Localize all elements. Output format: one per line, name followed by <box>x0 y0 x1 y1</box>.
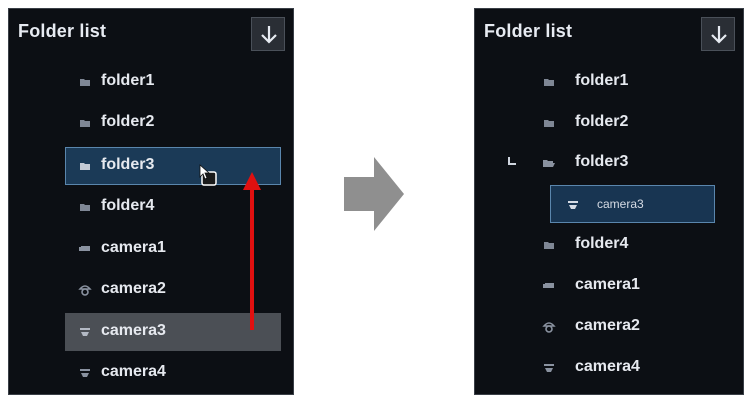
folder-icon <box>544 242 554 249</box>
red-up-arrow-icon <box>243 172 261 330</box>
ceiling-camera-icon <box>544 364 554 372</box>
download-button[interactable] <box>251 17 285 51</box>
tree-item-label: folder3 <box>575 153 629 170</box>
tree-item-label: camera4 <box>101 363 166 380</box>
collapse-toggle-icon[interactable] <box>508 157 516 165</box>
tree-item-folder3[interactable]: folder3 <box>499 144 731 182</box>
tree-item-folder4[interactable]: folder4 <box>531 226 731 264</box>
tree-item-label: folder1 <box>101 72 155 89</box>
tree-item-folder2[interactable]: folder2 <box>65 104 281 142</box>
tree-item-label: folder2 <box>575 113 629 130</box>
tree-item-label: camera3 <box>101 322 166 339</box>
folder-icon <box>80 163 90 170</box>
ceiling-camera-icon <box>568 201 578 209</box>
box-camera-icon <box>79 246 90 251</box>
ceiling-camera-icon <box>80 369 90 377</box>
folder-icon <box>80 120 90 127</box>
folder-icon <box>80 204 90 211</box>
tree-item-label: folder4 <box>575 235 629 252</box>
tree-item-folder2[interactable]: folder2 <box>531 104 731 142</box>
tree-item-label: camera3 <box>597 197 644 211</box>
box-camera-icon <box>543 283 554 288</box>
tree-item-camera2[interactable]: camera2 <box>531 308 731 346</box>
folder-icon <box>544 79 554 86</box>
open-folder-icon <box>543 160 555 167</box>
panel-header: Folder list <box>9 9 293 61</box>
folder-icon <box>80 79 90 86</box>
drag-cursor-icon <box>199 164 217 186</box>
arrow-down-icon <box>711 26 727 44</box>
tree-item-label: camera1 <box>101 239 166 256</box>
right-arrow-icon <box>344 157 404 231</box>
tree-item-label: folder4 <box>101 197 155 214</box>
panel-title: Folder list <box>484 21 573 41</box>
tree-item-label: folder1 <box>575 72 629 89</box>
tree-item-label: camera2 <box>575 317 640 334</box>
arrow-down-icon <box>261 26 277 44</box>
tree-item-folder1[interactable]: folder1 <box>531 63 731 101</box>
tree-item-label: folder2 <box>101 113 155 130</box>
dome-camera-icon <box>542 322 556 333</box>
ceiling-camera-icon <box>80 328 90 336</box>
tree-item-label: camera2 <box>101 280 166 297</box>
download-button[interactable] <box>701 17 735 51</box>
panel-header: Folder list <box>475 9 743 61</box>
tree-item-camera3[interactable]: camera3 <box>550 185 715 223</box>
folder-icon <box>544 120 554 127</box>
tree-item-camera4[interactable]: camera4 <box>531 349 731 387</box>
tree-item-camera1[interactable]: camera1 <box>531 267 731 305</box>
dome-camera-icon <box>78 285 92 296</box>
tree-item-folder1[interactable]: folder1 <box>65 63 281 101</box>
panel-title: Folder list <box>18 21 107 41</box>
tree-item-label: camera1 <box>575 276 640 293</box>
tree-item-label: camera4 <box>575 358 640 375</box>
folder-list-panel-after: Folder list folder1 folder2 folder3 came… <box>474 8 744 395</box>
tree-item-label: folder3 <box>101 156 155 173</box>
tree-item-camera4[interactable]: camera4 <box>65 354 281 392</box>
